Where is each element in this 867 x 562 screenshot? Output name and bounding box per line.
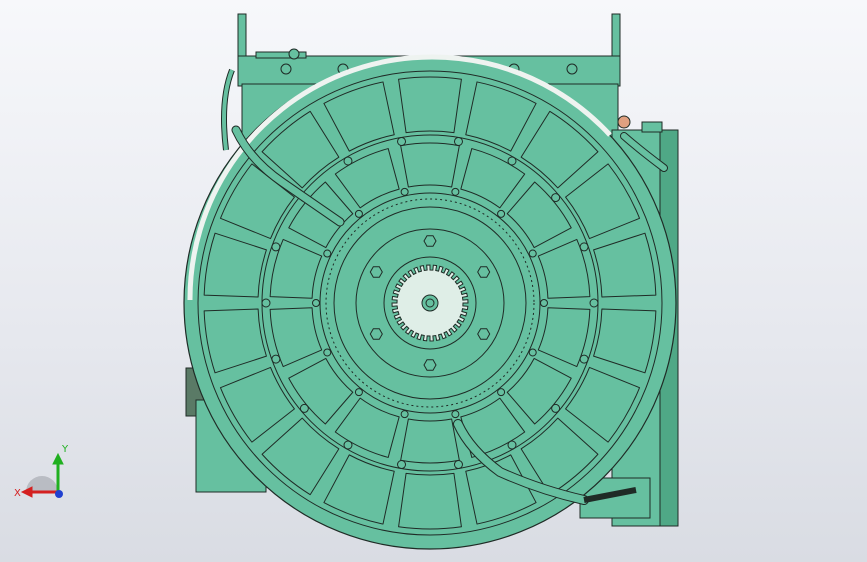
inner-pad: [400, 418, 460, 464]
axis-triad: Y X: [14, 444, 69, 499]
cad-viewport[interactable]: Y X: [0, 0, 867, 562]
outer-pad: [398, 76, 462, 134]
x-axis-label: X: [14, 488, 21, 499]
bracket-nut: [288, 48, 300, 60]
z-axis-dot: [55, 490, 63, 498]
y-axis-head: [52, 452, 64, 465]
y-axis-label: Y: [61, 444, 69, 455]
sensor-block: [641, 121, 663, 133]
outer-pad: [398, 472, 462, 530]
inner-pad: [400, 142, 460, 188]
gearbox-3d-model[interactable]: [0, 0, 867, 562]
pressure-fitting: [617, 115, 631, 129]
center-bore: [421, 294, 439, 312]
